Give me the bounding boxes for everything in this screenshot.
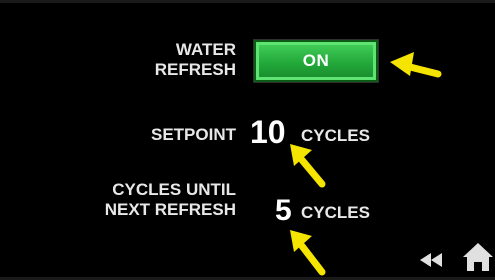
- top-frame: [0, 0, 495, 3]
- setpoint-value[interactable]: 10: [250, 116, 286, 148]
- home-icon[interactable]: [463, 243, 493, 271]
- arrow-icon: [290, 144, 326, 188]
- water-refresh-label: WATER REFRESH: [154, 40, 236, 79]
- cycles-until-label: CYCLES UNTIL NEXT REFRESH: [104, 180, 236, 219]
- settings-screen: WATER REFRESH ON SETPOINT 10 CYCLES CYCL…: [0, 0, 495, 280]
- water-refresh-toggle[interactable]: ON: [254, 40, 378, 82]
- arrow-icon: [290, 230, 326, 276]
- arrow-icon: [390, 52, 442, 78]
- cycles-until-value: 5: [275, 194, 292, 227]
- rewind-icon[interactable]: [420, 252, 444, 268]
- setpoint-label: SETPOINT: [150, 125, 236, 144]
- toggle-state-label: ON: [302, 51, 330, 70]
- cycles-until-unit: CYCLES: [301, 203, 370, 222]
